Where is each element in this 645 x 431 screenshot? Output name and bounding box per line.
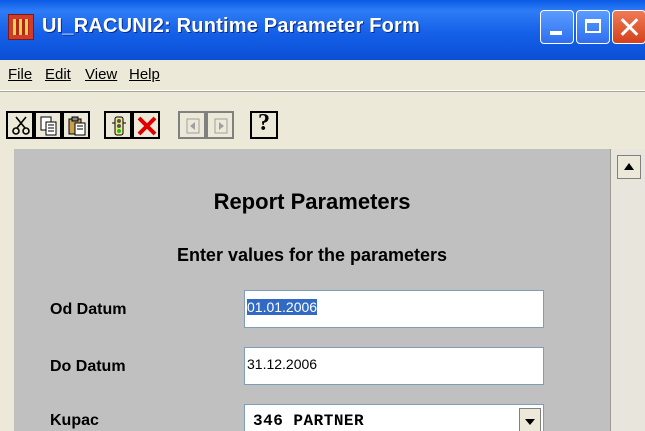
menu-bar: File Edit View Help xyxy=(0,60,645,91)
od-datum-value: 01.01.2006 xyxy=(247,299,318,315)
runtime-parameter-form-window: UI_RACUNI2: Runtime Parameter Form File … xyxy=(0,0,645,431)
parameter-form-panel: Report Parameters Enter values for the p… xyxy=(14,149,610,431)
dropdown-arrow-icon[interactable] xyxy=(519,408,541,431)
menu-help[interactable]: Help xyxy=(129,66,160,83)
menu-edit-label: Edit xyxy=(45,66,71,83)
kupac-value: 346 PARTNER xyxy=(253,412,365,430)
title-bar[interactable]: UI_RACUNI2: Runtime Parameter Form xyxy=(0,0,645,60)
paste-button[interactable] xyxy=(62,111,90,139)
menu-help-label: Help xyxy=(129,66,160,83)
cancel-button[interactable] xyxy=(132,111,160,139)
help-button[interactable]: ? xyxy=(250,110,278,139)
left-margin xyxy=(0,149,14,431)
menu-file-label: File xyxy=(8,66,33,83)
cancel-icon xyxy=(137,116,157,136)
maximize-button[interactable] xyxy=(576,10,610,44)
cut-icon xyxy=(12,116,30,135)
minimize-button[interactable] xyxy=(540,10,574,44)
application-icon[interactable] xyxy=(8,14,34,40)
help-icon: ? xyxy=(258,110,270,136)
kupac-dropdown[interactable]: 346 PARTNER xyxy=(244,404,544,431)
vertical-scrollbar[interactable] xyxy=(610,149,645,431)
next-page-button[interactable] xyxy=(206,111,234,139)
scroll-up-arrow-icon[interactable] xyxy=(617,155,641,179)
client-area: Report Parameters Enter values for the p… xyxy=(0,149,645,431)
do-datum-label: Do Datum xyxy=(50,358,126,375)
cut-button[interactable] xyxy=(6,111,34,139)
run-report-button[interactable] xyxy=(104,111,132,139)
od-datum-label: Od Datum xyxy=(50,301,127,318)
menu-edit[interactable]: Edit xyxy=(45,66,71,83)
next-page-icon xyxy=(214,118,228,134)
menu-file[interactable]: File xyxy=(8,66,32,83)
od-datum-input[interactable]: 01.01.2006 xyxy=(244,290,544,328)
paste-icon xyxy=(68,116,86,136)
previous-page-icon xyxy=(186,118,200,134)
copy-icon xyxy=(40,116,57,136)
menu-view-label: View xyxy=(85,66,118,83)
previous-page-button[interactable] xyxy=(178,111,206,139)
do-datum-input[interactable]: 31.12.2006 xyxy=(244,347,544,385)
menu-view[interactable]: View xyxy=(85,66,117,83)
window-title: UI_RACUNI2: Runtime Parameter Form xyxy=(42,15,420,37)
run-report-icon xyxy=(112,116,126,136)
copy-button[interactable] xyxy=(34,111,62,139)
form-subheading: Enter values for the parameters xyxy=(176,245,448,265)
do-datum-value: 31.12.2006 xyxy=(247,356,318,372)
form-heading: Report Parameters xyxy=(213,189,411,214)
close-button[interactable] xyxy=(612,10,645,44)
kupac-label: Kupac xyxy=(50,412,99,429)
toolbar: ? xyxy=(0,91,645,150)
